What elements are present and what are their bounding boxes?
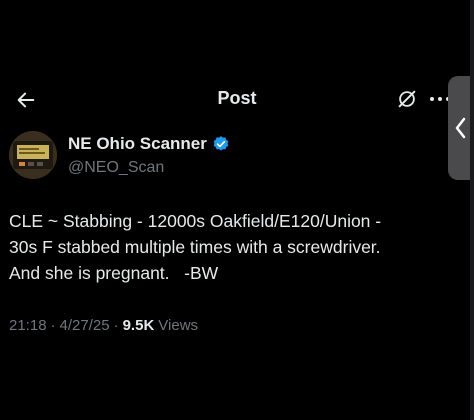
grok-icon xyxy=(398,90,416,108)
meta-separator: · xyxy=(50,317,56,334)
views-count[interactable]: 9.5K xyxy=(123,317,155,334)
author-handle[interactable]: @NEO_Scan xyxy=(68,159,230,177)
author-info: NE Ohio Scanner @NEO_Scan xyxy=(68,134,230,177)
grok-button[interactable] xyxy=(394,86,420,112)
avatar[interactable] xyxy=(9,131,57,179)
meta-separator: · xyxy=(113,317,119,334)
post-meta: 21:18 · 4/27/25 · 9.5K Views xyxy=(9,317,198,334)
author-name[interactable]: NE Ohio Scanner xyxy=(68,134,207,154)
post-time: 21:18 xyxy=(9,317,47,334)
device-edge xyxy=(470,0,474,420)
scanner-avatar-image xyxy=(9,131,57,179)
chevron-left-icon xyxy=(455,117,466,139)
verified-badge-icon xyxy=(213,136,229,151)
top-bar: Post xyxy=(0,78,474,122)
post-date: 4/27/25 xyxy=(59,317,110,334)
views-label: Views xyxy=(158,317,199,334)
post-text: CLE ~ Stabbing - 12000s Oakfield/E120/Un… xyxy=(9,211,382,283)
